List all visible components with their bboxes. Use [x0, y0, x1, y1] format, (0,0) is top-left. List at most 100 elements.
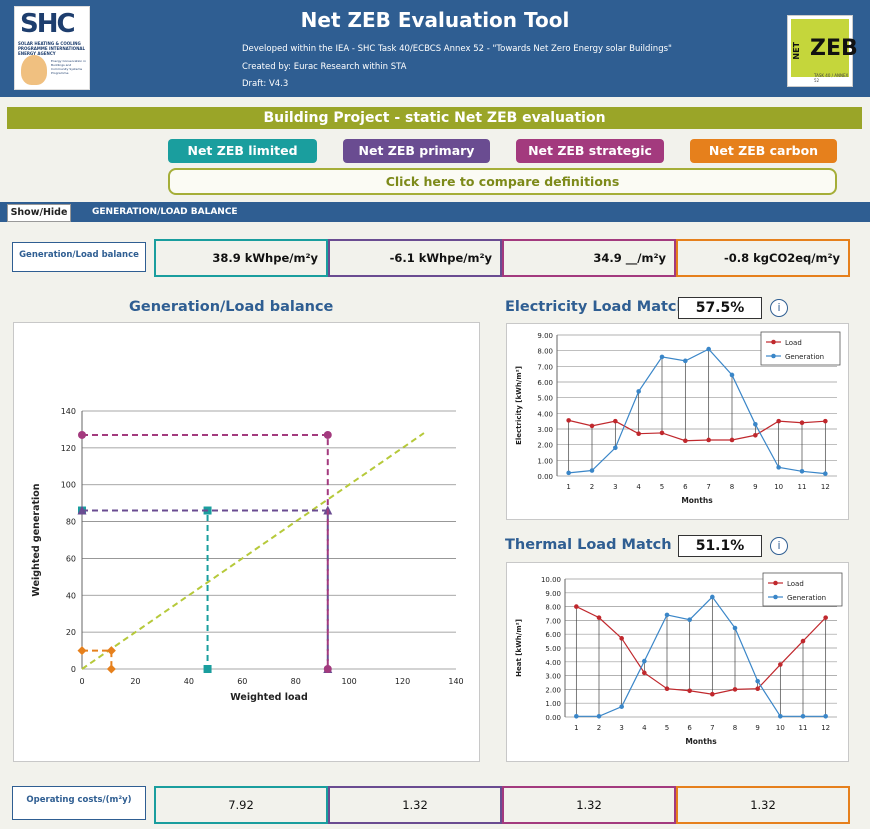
x-tick-label: 12 — [821, 724, 830, 732]
cost-value-primary: 1.32 — [328, 786, 502, 824]
y-axis-label: Electricity [kWh/m²] — [515, 366, 523, 445]
x-tick-label: 60 — [237, 677, 247, 686]
y-tick-label: 9.00 — [545, 590, 561, 598]
y-tick-label: 7.00 — [537, 363, 553, 371]
y-tick-label: 2.00 — [537, 442, 553, 450]
electricity-chart: 0.00 1.00 2.00 3.00 4.00 5.00 6.00 7.00 8.00 9.00… — [506, 323, 849, 520]
balance-generation-marker — [78, 430, 86, 439]
y-axis-label: Weighted generation — [31, 483, 42, 596]
x-tick-label: 4 — [642, 724, 647, 732]
data-point-load — [642, 670, 647, 676]
zeb-logo-zeb: ZEB — [810, 36, 858, 61]
net-zeb-carbon-button[interactable]: Net ZEB carbon — [690, 139, 837, 163]
data-point-generation — [683, 358, 688, 364]
data-point-load — [778, 662, 783, 667]
data-point-load — [636, 431, 641, 436]
net-zeb-limited-button[interactable]: Net ZEB limited — [168, 139, 317, 163]
y-tick-label: 1.00 — [537, 457, 553, 465]
balance-row-label: Generation/Load balance — [12, 242, 146, 272]
balance-guide-line — [82, 509, 329, 669]
data-point-generation — [596, 714, 602, 719]
balance-load-marker — [203, 665, 212, 673]
y-tick-label: 140 — [61, 407, 76, 416]
y-tick-label: 4.00 — [545, 659, 561, 667]
x-tick-label: 1 — [574, 724, 578, 732]
y-tick-label: 0.00 — [545, 714, 561, 722]
y-tick-label: 2.00 — [545, 686, 561, 694]
data-point-load — [799, 420, 805, 426]
x-tick-label: 10 — [776, 724, 785, 732]
data-point-load — [800, 638, 806, 644]
electricity-info-icon[interactable]: i — [770, 299, 788, 317]
x-tick-label: 2 — [590, 483, 594, 491]
data-point-generation — [776, 465, 781, 470]
show-hide-button[interactable]: Show/Hide — [7, 204, 71, 222]
y-tick-label: 120 — [61, 444, 76, 453]
x-tick-label: 100 — [342, 677, 357, 686]
x-tick-label: 6 — [687, 724, 692, 732]
data-point-load — [823, 418, 828, 424]
y-tick-label: 40 — [66, 591, 76, 600]
shc-logo-child-image — [21, 55, 47, 85]
y-tick-label: 8.00 — [537, 348, 553, 356]
x-tick-label: 120 — [395, 677, 410, 686]
shc-logo-subtitle-2: Energy Conservation in Buildings and Com… — [51, 59, 86, 75]
data-point-load — [613, 418, 618, 424]
net-zeb-strategic-button[interactable]: Net ZEB strategic — [516, 139, 664, 163]
data-point-generation — [755, 678, 760, 684]
balance-point — [106, 646, 116, 656]
legend-label-generation: Generation — [785, 353, 824, 361]
series-line-load — [568, 419, 826, 442]
zeb-logo-task: TASK 40 / ANNEX 52 — [814, 73, 849, 83]
y-tick-label: 100 — [61, 481, 76, 490]
balance-guide-line — [82, 509, 209, 669]
balance-chart: 0 20 40 60 80 100 120 140 0 20 40 60 80 100 120 140 Weig… — [13, 322, 480, 762]
legend-marker-load — [771, 339, 776, 345]
data-point-load — [683, 438, 688, 444]
header-credit-line-2: Created by: Eurac Research within STA — [242, 62, 407, 72]
y-tick-label: 3.00 — [545, 673, 561, 681]
balance-point — [323, 430, 332, 439]
y-tick-label: 80 — [66, 518, 76, 527]
data-point-load — [729, 437, 735, 443]
header-banner: SHC SOLAR HEATING & COOLING PROGRAMME IN… — [0, 0, 870, 97]
data-point-generation — [619, 704, 624, 709]
balance-value-carbon: -0.8 kgCO2eq/m²y — [676, 239, 850, 277]
series-line-generation — [568, 348, 826, 475]
shc-logo-subtitle: SOLAR HEATING & COOLING PROGRAMME INTERN… — [18, 41, 86, 56]
data-point-generation — [799, 469, 805, 474]
data-point-generation — [706, 346, 711, 352]
balance-chart-title: Generation/Load balance — [129, 299, 334, 315]
x-tick-label: 20 — [130, 677, 140, 686]
x-tick-label: 3 — [613, 483, 617, 491]
x-tick-label: 8 — [733, 724, 737, 732]
data-point-load — [659, 430, 665, 436]
x-tick-label: 11 — [798, 483, 807, 491]
y-tick-label: 3.00 — [537, 426, 553, 434]
thermal-chart: 0.00 1.00 2.00 3.00 4.00 5.00 6.00 7.00 8.00 9.00… — [506, 562, 849, 762]
electricity-chart-svg: 0.00 1.00 2.00 3.00 4.00 5.00 6.00 7.00 8.00 9.00… — [515, 331, 841, 505]
balance-load-marker — [106, 664, 116, 674]
cost-value-strategic: 1.32 — [502, 786, 676, 824]
thermal-info-icon[interactable]: i — [770, 537, 788, 555]
thermal-chart-svg: 0.00 1.00 2.00 3.00 4.00 5.00 6.00 7.00 8.00 9.00… — [515, 572, 843, 746]
header-version: Draft: V4.3 — [242, 79, 289, 89]
data-point-generation — [642, 658, 647, 664]
y-axis-label: Heat [kWh/m²] — [515, 619, 523, 677]
data-point-generation — [574, 714, 579, 719]
data-point-generation — [687, 617, 692, 623]
x-tick-label: 2 — [597, 724, 601, 732]
net-zeb-primary-button[interactable]: Net ZEB primary — [343, 139, 490, 163]
y-tick-label: 9.00 — [537, 332, 553, 340]
compare-definitions-button[interactable]: Click here to compare definitions — [168, 168, 837, 195]
data-point-generation — [613, 445, 618, 451]
x-tick-label: 9 — [755, 724, 759, 732]
y-tick-label: 60 — [66, 554, 76, 563]
balance-generation-marker — [77, 646, 87, 656]
data-point-load — [596, 615, 602, 620]
data-point-generation — [729, 372, 735, 378]
data-point-load — [574, 604, 579, 609]
project-title-bar: Building Project - static Net ZEB evalua… — [7, 107, 862, 129]
data-point-load — [619, 636, 624, 641]
x-axis-label: Months — [685, 737, 717, 746]
